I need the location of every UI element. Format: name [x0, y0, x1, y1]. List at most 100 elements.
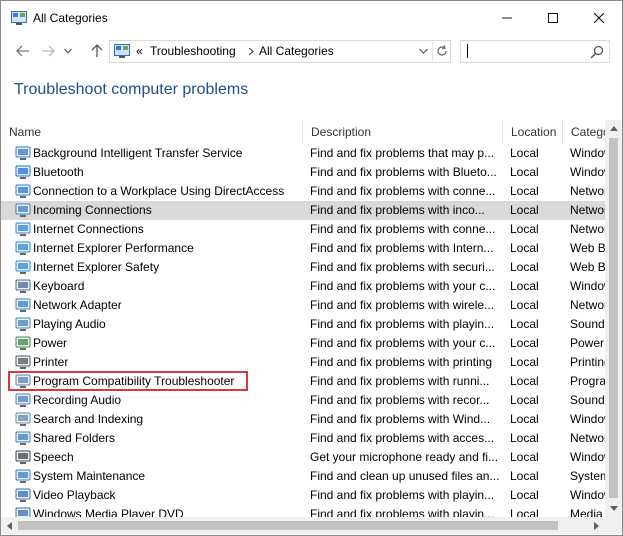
- search-icon[interactable]: [589, 44, 605, 60]
- speech-icon: [15, 450, 31, 464]
- item-category: Sound: [570, 317, 605, 331]
- item-category: Web Browser: [570, 241, 605, 255]
- item-location: Local: [510, 488, 539, 502]
- column-header-name[interactable]: Name: [1, 120, 303, 144]
- scroll-down-button[interactable]: [605, 500, 622, 517]
- item-name: Internet Explorer Safety: [33, 260, 160, 274]
- list-item[interactable]: Incoming Connections Find and fix problem…: [1, 201, 605, 220]
- item-description: Find and fix problems with acces...: [310, 431, 495, 445]
- list-item[interactable]: Internet Explorer Performance Find and fi…: [1, 239, 605, 258]
- list-item[interactable]: Playing Audio Find and fix problems with …: [1, 315, 605, 334]
- breadcrumb-separator-icon[interactable]: [248, 47, 254, 56]
- internet-connections-icon: [15, 222, 31, 236]
- list-item[interactable]: Background Intelligent Transfer Service F…: [1, 144, 605, 163]
- item-location: Local: [510, 146, 539, 160]
- horizontal-scrollbar[interactable]: [1, 517, 605, 534]
- ie-performance-icon: [15, 241, 31, 255]
- list-item[interactable]: Video Playback Find and fix problems with…: [1, 486, 605, 505]
- scroll-up-button[interactable]: [605, 120, 622, 137]
- item-name: Keyboard: [33, 279, 85, 293]
- item-category: System: [570, 469, 605, 483]
- recent-locations-button[interactable]: [61, 41, 75, 61]
- column-header-description[interactable]: Description: [303, 120, 503, 144]
- item-location: Local: [510, 374, 539, 388]
- list-item[interactable]: Power Find and fix problems with your c..…: [1, 334, 605, 353]
- column-header-location[interactable]: Location: [503, 120, 563, 144]
- list-item[interactable]: Search and Indexing Find and fix problems…: [1, 410, 605, 429]
- item-category: Windows: [570, 488, 605, 502]
- minimize-button[interactable]: [484, 1, 530, 35]
- item-location: Local: [510, 317, 539, 331]
- troubleshooter-list: Background Intelligent Transfer Service F…: [1, 144, 605, 517]
- item-name: Shared Folders: [33, 431, 116, 445]
- horizontal-scroll-thumb[interactable]: [18, 521, 558, 530]
- recording-audio-icon: [15, 393, 31, 407]
- list-item[interactable]: Windows Media Player DVD Find and fix pro…: [1, 505, 605, 517]
- maximize-button[interactable]: [530, 1, 576, 35]
- close-button[interactable]: [576, 1, 622, 35]
- item-description: Find and fix problems with playin...: [310, 507, 495, 517]
- triangle-right-icon: [594, 521, 599, 530]
- back-button[interactable]: [12, 41, 34, 61]
- scroll-right-button[interactable]: [588, 517, 605, 534]
- refresh-button[interactable]: [432, 42, 451, 60]
- search-indexing-icon: [15, 412, 31, 426]
- item-name: Network Adapter: [33, 298, 122, 312]
- item-name: Internet Explorer Performance: [33, 241, 194, 255]
- address-row: « Troubleshooting All Categories: [1, 35, 622, 67]
- media-player-dvd-icon: [15, 507, 31, 517]
- item-location: Local: [510, 336, 539, 350]
- refresh-icon: [437, 45, 447, 56]
- forward-button[interactable]: [37, 41, 59, 61]
- item-description: Find and fix problems with wirele...: [310, 298, 495, 312]
- address-dropdown-button[interactable]: [416, 43, 430, 59]
- list-item[interactable]: Printer Find and fix problems with printi…: [1, 353, 605, 372]
- list-item[interactable]: System Maintenance Find and clean up unus…: [1, 467, 605, 486]
- item-category: Sound: [570, 393, 605, 407]
- item-description: Find and fix problems with playin...: [310, 488, 495, 502]
- vertical-scroll-thumb[interactable]: [609, 138, 618, 498]
- power-icon: [15, 336, 31, 350]
- item-description: Find and fix problems with conne...: [310, 184, 496, 198]
- list-item[interactable]: Keyboard Find and fix problems with your …: [1, 277, 605, 296]
- search-input[interactable]: [460, 40, 610, 63]
- item-description: Find and fix problems with conne...: [310, 222, 496, 236]
- troubleshooting-window: All Categories « Troubleshooting All Cat…: [0, 0, 623, 536]
- address-bar[interactable]: « Troubleshooting All Categories: [109, 40, 451, 63]
- list-item[interactable]: Internet Explorer Safety Find and fix pro…: [1, 258, 605, 277]
- item-category: Media: [570, 507, 603, 517]
- up-button[interactable]: [86, 41, 108, 61]
- column-header-category[interactable]: Category: [563, 120, 605, 144]
- breadcrumb-all-categories[interactable]: All Categories: [259, 44, 334, 58]
- title-bar[interactable]: All Categories: [1, 1, 622, 35]
- chevron-down-icon: [64, 48, 72, 54]
- control-panel-icon: [114, 44, 130, 58]
- item-name: Search and Indexing: [33, 412, 144, 426]
- item-location: Local: [510, 469, 539, 483]
- vertical-scrollbar[interactable]: [605, 120, 622, 517]
- list-item[interactable]: Network Adapter Find and fix problems wit…: [1, 296, 605, 315]
- system-maintenance-icon: [15, 469, 31, 483]
- scroll-left-button[interactable]: [1, 517, 18, 534]
- item-category: Network: [570, 203, 605, 217]
- list-item[interactable]: Connection to a Workplace Using DirectAc…: [1, 182, 605, 201]
- item-category: Network: [570, 184, 605, 198]
- list-item[interactable]: Bluetooth Find and fix problems with Blue…: [1, 163, 605, 182]
- list-item[interactable]: Shared Folders Find and fix problems with…: [1, 429, 605, 448]
- playing-audio-icon: [15, 317, 31, 331]
- item-name: Power: [33, 336, 68, 350]
- item-description: Find and fix problems that may p...: [310, 146, 495, 160]
- list-item[interactable]: Recording Audio Find and fix problems wit…: [1, 391, 605, 410]
- list-item[interactable]: Internet Connections Find and fix problem…: [1, 220, 605, 239]
- item-name: Incoming Connections: [33, 203, 152, 217]
- item-description: Find and fix problems with runni...: [310, 374, 490, 388]
- item-location: Local: [510, 184, 539, 198]
- item-category: Network: [570, 222, 605, 236]
- item-location: Local: [510, 279, 539, 293]
- item-name: Bluetooth: [33, 165, 84, 179]
- address-overflow-chevron[interactable]: «: [136, 44, 143, 58]
- ie-safety-icon: [15, 260, 31, 274]
- list-item[interactable]: Speech Get your microphone ready and fi..…: [1, 448, 605, 467]
- arrow-left-icon: [16, 45, 29, 57]
- breadcrumb-troubleshooting[interactable]: Troubleshooting: [150, 44, 236, 58]
